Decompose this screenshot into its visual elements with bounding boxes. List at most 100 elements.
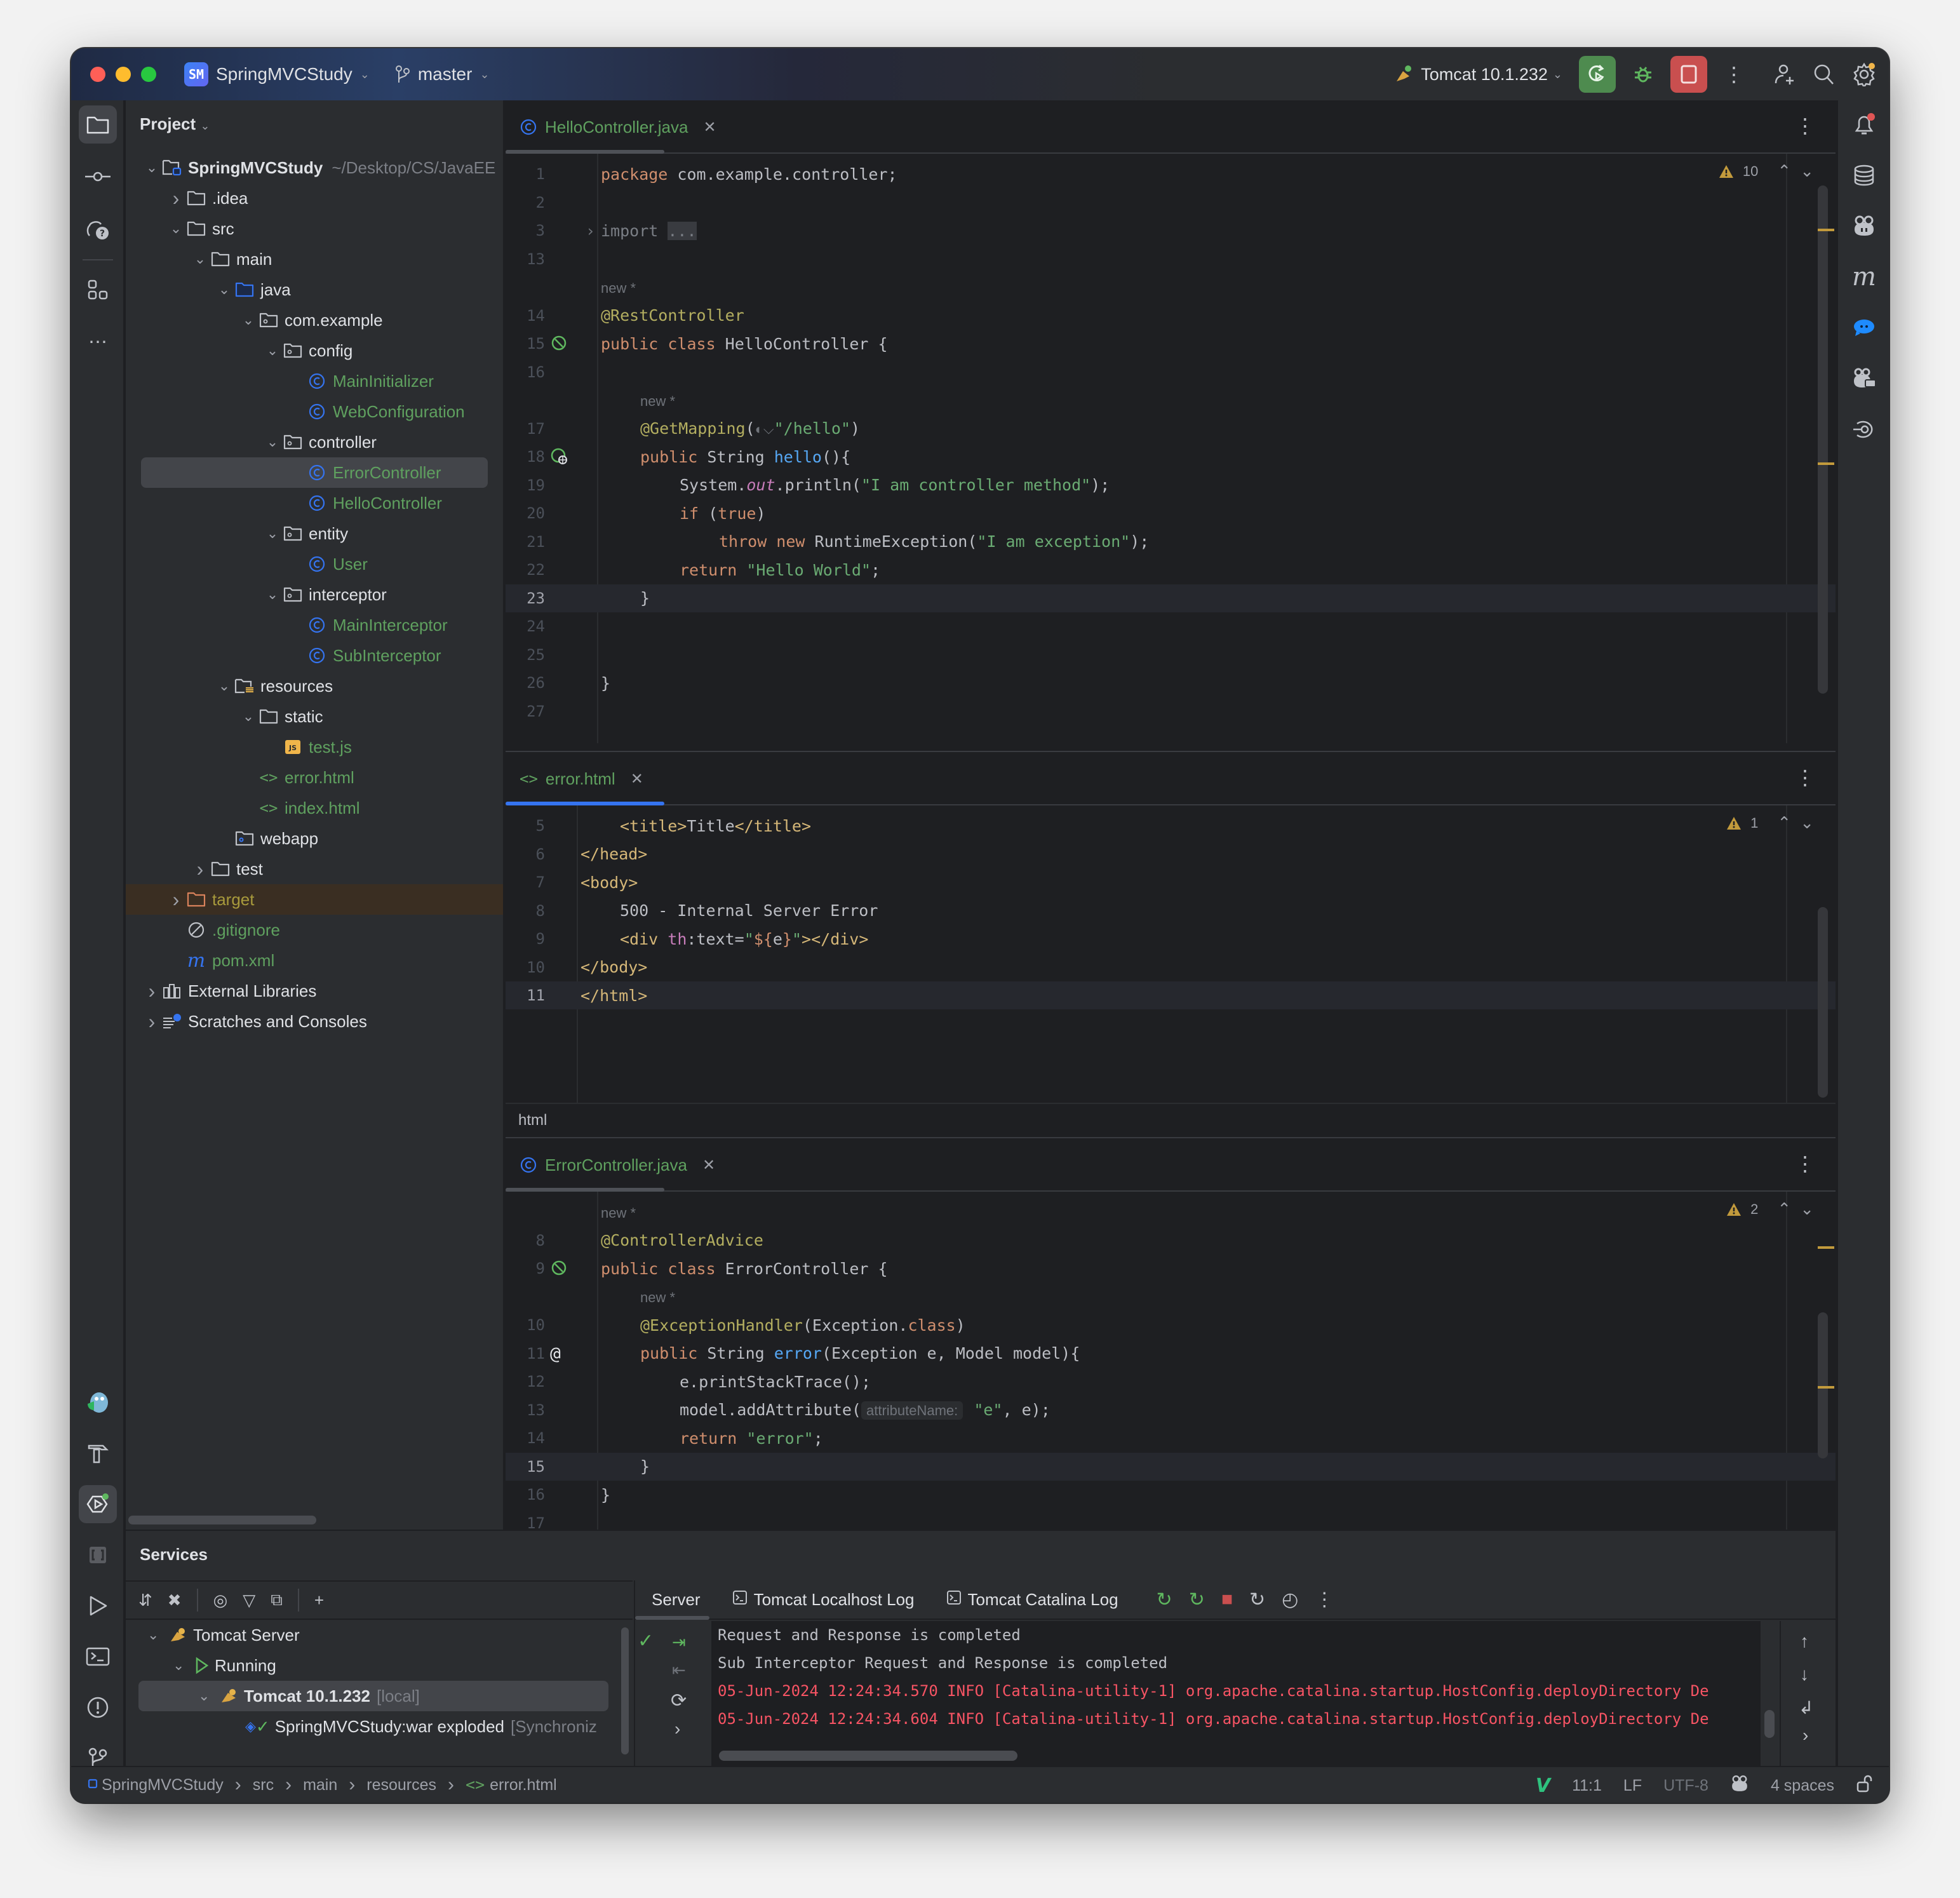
inspection-widget[interactable]: 2 ⌃ ⌄ <box>1726 1199 1814 1219</box>
chevron-down-icon[interactable]: ⌄ <box>239 708 258 725</box>
file-encoding[interactable]: UTF-8 <box>1663 1777 1708 1795</box>
breadcrumb-item[interactable]: src <box>253 1776 274 1794</box>
chevron-down-icon[interactable]: ⌄ <box>263 525 282 542</box>
add-user-icon[interactable] <box>1773 63 1796 86</box>
rerun-button[interactable] <box>1579 56 1616 93</box>
tree-item[interactable]: User <box>126 549 503 579</box>
chevron-down-icon[interactable]: ⌄ <box>263 434 282 450</box>
chevron-down-icon[interactable]: ⌄ <box>263 342 282 359</box>
update-app-icon[interactable]: ↻ <box>1249 1589 1265 1611</box>
expand-all-icon[interactable]: ⇵ <box>138 1591 152 1610</box>
service-tree-item[interactable]: ⌄ Tomcat Server <box>126 1620 633 1650</box>
close-tab-icon[interactable]: ✕ <box>703 118 716 137</box>
previous-highlight-icon[interactable]: ⌃ <box>1777 1199 1791 1219</box>
ai-chat-button[interactable] <box>1845 309 1883 347</box>
tree-item[interactable]: › Scratches and Consoles <box>126 1006 503 1037</box>
tree-item[interactable]: ⌄ entity <box>126 518 503 549</box>
chevron-down-icon[interactable]: ⌄ <box>166 220 185 237</box>
editor-tab[interactable]: <> error.html ✕ <box>506 752 643 805</box>
unlock-icon[interactable] <box>1856 1774 1872 1798</box>
terminal-tool-button[interactable] <box>79 1638 117 1676</box>
tree-item[interactable]: webapp <box>126 823 503 854</box>
line-ending[interactable]: LF <box>1623 1777 1642 1795</box>
bean-icon[interactable] <box>550 1259 569 1278</box>
project-tool-button[interactable] <box>79 105 117 144</box>
notifications-button[interactable] <box>1845 105 1883 144</box>
caret-position[interactable]: 11:1 <box>1572 1777 1602 1795</box>
breadcrumb-item[interactable]: SpringMVCStudy <box>102 1776 224 1794</box>
tree-item[interactable]: SubInterceptor <box>126 640 503 671</box>
chevron-right-icon[interactable]: › <box>142 1010 161 1033</box>
tree-item[interactable]: › .idea <box>126 183 503 213</box>
web-endpoint-icon[interactable] <box>550 447 569 466</box>
more-actions-icon[interactable]: ⋮ <box>1724 62 1744 86</box>
close-tab-icon[interactable]: ✕ <box>702 1156 715 1174</box>
console-vertical-scrollbar[interactable] <box>1761 1621 1778 1766</box>
chevron-down-icon[interactable]: ⌄ <box>191 251 210 267</box>
tree-item[interactable]: MainInterceptor <box>126 610 503 640</box>
tree-item[interactable]: ⌄ controller <box>126 427 503 457</box>
editor-more-icon[interactable]: ⋮ <box>1795 1154 1815 1174</box>
console-horizontal-scrollbar[interactable] <box>719 1751 1017 1761</box>
service-tree-item[interactable]: ⌄ Tomcat 10.1.232 [local] <box>138 1681 608 1711</box>
chevron-down-icon[interactable]: ⌄ <box>173 1657 194 1674</box>
editor-vertical-scrollbar[interactable] <box>1818 1312 1828 1458</box>
close-tab-icon[interactable]: ✕ <box>631 770 643 788</box>
breadcrumb-item[interactable]: resources <box>366 1776 436 1794</box>
ai-help-tool-button[interactable]: ? <box>79 210 117 248</box>
debug-server-icon[interactable]: ↻ <box>1189 1589 1205 1611</box>
chevron-down-icon[interactable]: ⌄ <box>142 159 161 176</box>
next-highlight-icon[interactable]: ⌄ <box>1800 161 1814 181</box>
search-icon[interactable] <box>1813 63 1836 86</box>
database-button[interactable] <box>1845 156 1883 194</box>
chevron-right-icon[interactable]: › <box>191 858 210 881</box>
services-tool-button[interactable] <box>79 1485 117 1523</box>
editor-more-icon[interactable]: ⋮ <box>1795 116 1815 136</box>
code-area[interactable]: new * 8 @ControllerAdvice 9 public class Err… <box>506 1192 1836 1532</box>
tree-item[interactable]: › External Libraries <box>126 976 503 1006</box>
minimize-window-button[interactable] <box>116 67 131 82</box>
tree-item[interactable]: ⌄ SpringMVCStudy ~/Desktop/CS/JavaEE <box>126 152 503 183</box>
zoom-window-button[interactable] <box>141 67 156 82</box>
collapse-all-icon[interactable]: ✖ <box>168 1591 182 1610</box>
tree-item[interactable]: ⌄ config <box>126 335 503 366</box>
chevron-down-icon[interactable]: ⌄ <box>263 586 282 603</box>
copilot-chat-button[interactable] <box>1845 360 1883 398</box>
soft-wrap-icon[interactable]: ↲ <box>1799 1697 1813 1718</box>
problems-tool-button[interactable] <box>79 1688 117 1726</box>
tree-item[interactable]: › target <box>126 884 503 915</box>
console-output[interactable]: Request and Response is completed Sub Int… <box>711 1621 1778 1766</box>
warning-stripe-mark[interactable] <box>1818 462 1834 465</box>
stop-server-icon[interactable]: ■ <box>1221 1589 1233 1611</box>
editor-tab[interactable]: HelloController.java ✕ <box>506 100 716 154</box>
build-tool-button[interactable] <box>79 1434 117 1472</box>
tree-item[interactable]: MainInitializer <box>126 366 503 396</box>
gopher-plugin-button[interactable] <box>79 1383 117 1422</box>
breadcrumb-item[interactable]: error.html <box>490 1776 557 1794</box>
at-icon[interactable]: @ <box>550 1343 561 1364</box>
chevron-right-icon[interactable]: › <box>166 187 185 210</box>
service-tab[interactable]: Server <box>635 1590 709 1620</box>
vim-plugin-icon[interactable]: V <box>1536 1775 1550 1797</box>
tree-item[interactable]: HelloController <box>126 488 503 518</box>
stop-button[interactable] <box>1670 56 1707 93</box>
warning-stripe-mark[interactable] <box>1818 1246 1834 1249</box>
chevron-right-icon[interactable]: › <box>142 979 161 1003</box>
services-tree-scrollbar[interactable] <box>621 1627 629 1754</box>
debug-button[interactable] <box>1632 64 1654 85</box>
editor-vertical-scrollbar[interactable] <box>1818 185 1828 694</box>
service-tree-item[interactable]: ◈ ✓ SpringMVCStudy:war exploded [Synchroniz <box>126 1711 633 1742</box>
scroll-down-icon[interactable]: ↓ <box>1800 1664 1809 1685</box>
run-tool-button[interactable] <box>79 1587 117 1625</box>
close-window-button[interactable] <box>90 67 105 82</box>
refresh-icon[interactable]: ⟳ <box>671 1690 687 1712</box>
project-badge[interactable]: SM <box>184 62 208 86</box>
chevron-down-icon[interactable]: ⌄ <box>147 1627 169 1643</box>
tree-item[interactable]: ⌄ interceptor <box>126 579 503 610</box>
rerun-server-icon[interactable]: ↻ <box>1157 1589 1172 1611</box>
editor-tab[interactable]: ErrorController.java ✕ <box>506 1138 715 1192</box>
tree-item[interactable]: › test <box>126 854 503 884</box>
next-highlight-icon[interactable]: ⌄ <box>1800 1199 1814 1219</box>
next-highlight-icon[interactable]: ⌄ <box>1800 813 1814 833</box>
project-panel-title[interactable]: Project ⌄ <box>140 114 210 134</box>
